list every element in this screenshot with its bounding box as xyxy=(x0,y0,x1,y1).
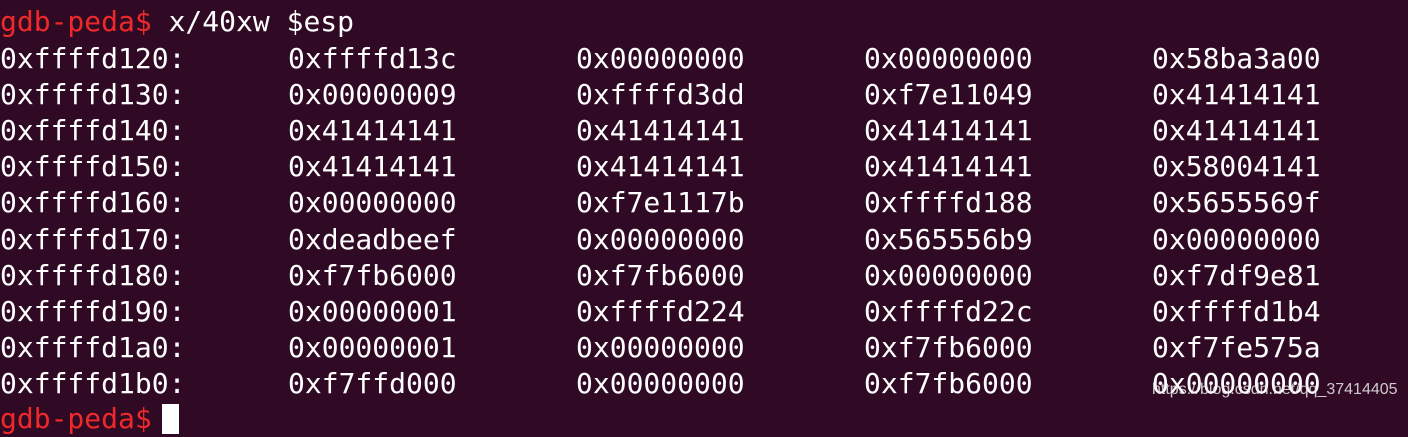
memory-word: 0x00000000 xyxy=(576,331,745,364)
gdb-command: x/40xw $esp xyxy=(168,5,355,38)
memory-word: 0x41414141 xyxy=(576,114,745,147)
memory-word: 0x00000000 xyxy=(576,42,745,75)
memory-word: 0x58004141 xyxy=(1152,150,1321,183)
memory-word: 0xffffd22c xyxy=(864,295,1033,328)
memory-word: 0xf7fb6000 xyxy=(864,367,1033,400)
memory-address: 0xffffd190: xyxy=(0,295,186,328)
next-gdb-prompt: gdb-peda$ xyxy=(0,402,152,435)
memory-word: 0xdeadbeef xyxy=(288,223,457,256)
memory-word: 0xffffd1b4 xyxy=(1152,295,1321,328)
memory-address: 0xffffd1a0: xyxy=(0,331,186,364)
gdb-prompt: gdb-peda$ xyxy=(0,5,152,38)
memory-address: 0xffffd170: xyxy=(0,223,186,256)
memory-word: 0x58ba3a00 xyxy=(1152,42,1321,75)
next-prompt-line[interactable]: gdb-peda$ xyxy=(0,401,179,437)
memory-address: 0xffffd140: xyxy=(0,114,186,147)
memory-word: 0xf7fb6000 xyxy=(288,259,457,292)
memory-address: 0xffffd120: xyxy=(0,42,186,75)
memory-word: 0xf7fe575a xyxy=(1152,331,1321,364)
memory-word: 0xffffd224 xyxy=(576,295,745,328)
memory-word: 0x00000000 xyxy=(576,223,745,256)
memory-address: 0xffffd150: xyxy=(0,150,186,183)
memory-address: 0xffffd130: xyxy=(0,78,186,111)
text-cursor xyxy=(161,404,179,434)
memory-word: 0x41414141 xyxy=(864,150,1033,183)
memory-word: 0xf7e11049 xyxy=(864,78,1033,111)
memory-word: 0x00000000 xyxy=(288,186,457,219)
memory-word: 0xf7fb6000 xyxy=(576,259,745,292)
memory-word: 0xf7df9e81 xyxy=(1152,259,1321,292)
memory-word: 0x41414141 xyxy=(576,150,745,183)
memory-word: 0x5655569f xyxy=(1152,186,1321,219)
memory-address: 0xffffd160: xyxy=(0,186,186,219)
memory-word: 0x41414141 xyxy=(864,114,1033,147)
memory-word: 0x00000001 xyxy=(288,295,457,328)
memory-word: 0xf7fb6000 xyxy=(864,331,1033,364)
watermark-url: https://blog.csdn.net/qq_37414405 xyxy=(1152,381,1398,398)
memory-word: 0x41414141 xyxy=(288,150,457,183)
memory-word: 0xf7ffd000 xyxy=(288,367,457,400)
memory-word: 0x00000000 xyxy=(864,42,1033,75)
memory-word: 0xffffd188 xyxy=(864,186,1033,219)
command-line: gdb-peda$ x/40xw $esp xyxy=(0,4,354,40)
memory-address: 0xffffd180: xyxy=(0,259,186,292)
memory-address: 0xffffd1b0: xyxy=(0,367,186,400)
memory-word: 0x565556b9 xyxy=(864,223,1033,256)
memory-word: 0xf7e1117b xyxy=(576,186,745,219)
memory-word: 0x41414141 xyxy=(1152,78,1321,111)
memory-word: 0x00000000 xyxy=(864,259,1033,292)
memory-word: 0x41414141 xyxy=(1152,114,1321,147)
memory-word: 0x00000000 xyxy=(576,367,745,400)
memory-word: 0x41414141 xyxy=(288,114,457,147)
memory-word: 0xffffd13c xyxy=(288,42,457,75)
memory-word: 0x00000000 xyxy=(1152,223,1321,256)
memory-word: 0x00000009 xyxy=(288,78,457,111)
terminal-window[interactable]: gdb-peda$ x/40xw $esp 0xffffd120: 0xffffd… xyxy=(0,0,1408,435)
memory-word: 0xffffd3dd xyxy=(576,78,745,111)
memory-word: 0x00000001 xyxy=(288,331,457,364)
